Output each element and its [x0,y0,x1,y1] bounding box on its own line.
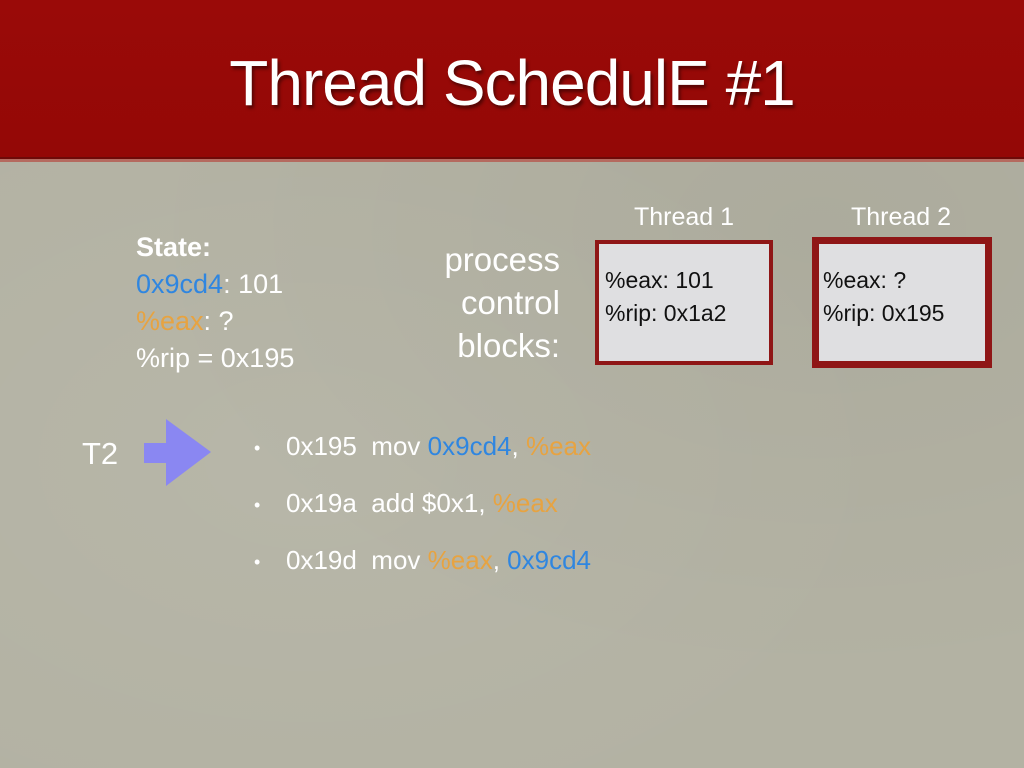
bullet-icon: • [254,437,261,458]
memory-address: 0x9cd4 [136,269,224,299]
instruction-address: 0x19a [286,488,357,518]
instruction-arg: $0x1 [421,488,479,518]
memory-value: : 101 [223,269,284,299]
title-bar: Thread SchedulE #1 [0,0,1024,159]
instruction-line: • 0x195 mov 0x9cd4, %eax [254,431,591,462]
right-arrow-icon [144,419,211,486]
thread-2-pcb-active: %eax: ? %rip: 0x195 [812,237,992,368]
pcb-label-line: control [460,284,560,321]
thread-1-rip: %rip: 0x1a2 [605,300,727,326]
instruction-opcode: mov [371,431,421,461]
instruction-address: 0x19d [286,545,357,575]
instruction-arg: %eax [525,431,591,461]
state-register-line: %eax: ? [136,303,294,340]
state-rip-line: %rip = 0x195 [136,343,295,373]
instruction-opcode: add [371,488,415,518]
instruction-arg: %eax [427,545,493,575]
bullet-icon: • [254,494,261,515]
instruction-address: 0x195 [286,431,357,461]
slide-title: Thread SchedulE #1 [229,47,796,119]
instruction-opcode: mov [371,545,421,575]
instruction-separator: , [511,431,526,461]
thread-2-eax: %eax: ? [823,267,907,293]
instruction-line: • 0x19d mov %eax, 0x9cd4 [254,545,591,576]
instruction-arg: 0x9cd4 [427,431,512,461]
instruction-arg: 0x9cd4 [507,545,591,575]
state-panel: State: 0x9cd4: 101 %eax: ? %rip = 0x195 [136,229,294,377]
thread-2-rip: %rip: 0x195 [823,300,945,326]
register-name: %eax [136,306,204,336]
instruction-separator: , [478,488,493,518]
instruction-separator: , [492,545,508,575]
thread-1-eax: %eax: 101 [605,267,714,293]
pcb-label-line: blocks: [457,327,560,364]
pcb-label-line: process [444,241,560,278]
pcb-label: process control blocks: [420,238,560,367]
register-value: : ? [203,306,234,336]
bullet-icon: • [254,551,261,572]
thread-1-label: Thread 1 [633,203,735,231]
instruction-line: • 0x19a add $0x1, %eax [254,488,558,519]
thread-2-label: Thread 2 [850,203,952,231]
current-thread-label: T2 [82,436,119,471]
state-heading: State: [136,232,212,262]
state-memory-line: 0x9cd4: 101 [136,266,294,303]
thread-1-pcb: %eax: 101 %rip: 0x1a2 [595,240,773,365]
instruction-arg: %eax [492,488,558,518]
title-divider [0,159,1024,162]
